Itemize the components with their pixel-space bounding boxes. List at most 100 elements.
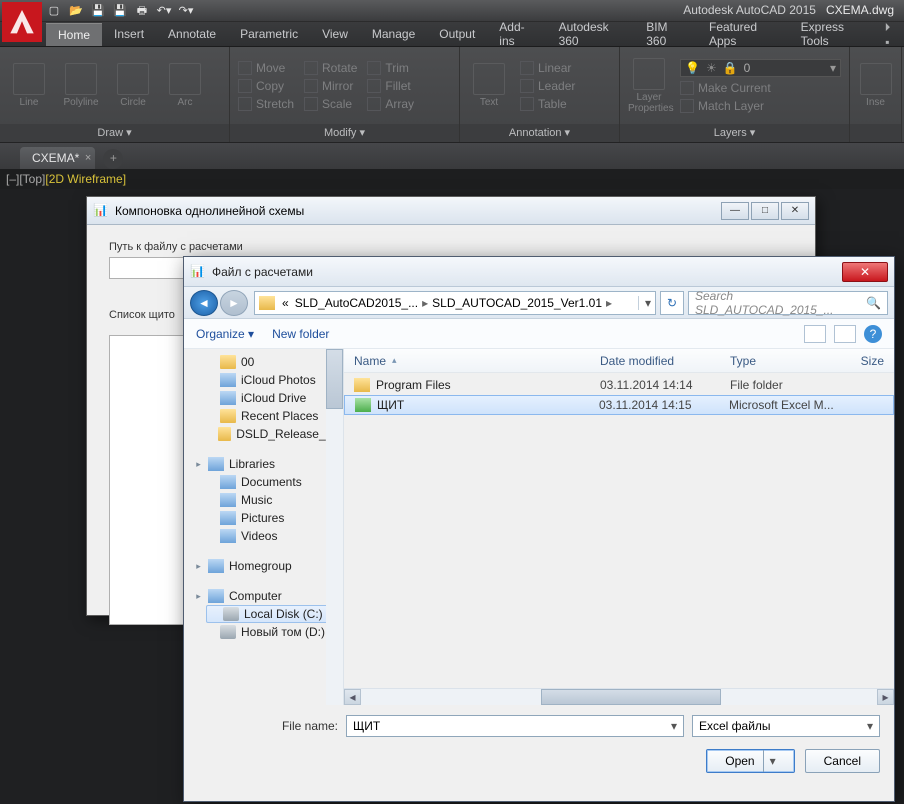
- open-button[interactable]: Open▾: [706, 749, 794, 773]
- filetype-combo[interactable]: Excel файлы ▾: [692, 715, 880, 737]
- open-split-icon[interactable]: ▾: [764, 754, 776, 768]
- ribbon-tab-parametric[interactable]: Parametric: [228, 23, 310, 45]
- tree-node[interactable]: ▸Homegroup: [194, 557, 343, 575]
- back-button[interactable]: ◄: [190, 290, 218, 316]
- tree-node[interactable]: Pictures: [206, 509, 343, 527]
- sun-icon[interactable]: ☀: [706, 61, 717, 75]
- qat-redo-icon[interactable]: ↷▾: [178, 3, 194, 19]
- horizontal-scrollbar[interactable]: ◂ ▸: [344, 688, 894, 705]
- tree-node[interactable]: Local Disk (C:): [206, 605, 343, 623]
- ribbon-tab-view[interactable]: View: [310, 23, 360, 45]
- preview-pane-button[interactable]: [834, 325, 856, 343]
- breadcrumb[interactable]: « SLD_AutoCAD2015_...▸ SLD_AUTOCAD_2015_…: [254, 291, 656, 315]
- file-row[interactable]: Program Files03.11.2014 14:14File folder: [344, 375, 894, 395]
- tree-node[interactable]: Новый том (D:): [206, 623, 343, 641]
- refresh-button[interactable]: ↻: [660, 291, 684, 315]
- panel-modify-title[interactable]: Modify ▾: [230, 124, 459, 142]
- qat-save-icon[interactable]: 💾: [90, 3, 106, 19]
- help-icon[interactable]: 🞂 ▪: [877, 20, 904, 49]
- scrollbar-thumb[interactable]: [541, 689, 721, 705]
- lock-icon[interactable]: 🔒: [723, 61, 738, 75]
- layout-dialog-titlebar[interactable]: 📊 Компоновка однолинейной схемы — □ ✕: [87, 197, 815, 225]
- tool-match-layer[interactable]: Match Layer: [680, 99, 841, 113]
- tool-circle[interactable]: Circle: [112, 63, 154, 108]
- tree-node[interactable]: 00: [206, 353, 343, 371]
- tool-table[interactable]: Table: [520, 97, 575, 111]
- scroll-right-button[interactable]: ▸: [877, 689, 894, 705]
- tree-scrollbar-thumb[interactable]: [326, 349, 343, 409]
- ribbon-tab-manage[interactable]: Manage: [360, 23, 427, 45]
- help-button[interactable]: ?: [864, 325, 882, 343]
- tool-polyline[interactable]: Polyline: [60, 63, 102, 108]
- new-tab-button[interactable]: +: [103, 149, 123, 169]
- file-row[interactable]: ЩИТ03.11.2014 14:15Microsoft Excel M...: [344, 395, 894, 415]
- scroll-left-button[interactable]: ◂: [344, 689, 361, 705]
- viewport-controls[interactable]: [–][Top][2D Wireframe]: [0, 169, 904, 189]
- filename-input[interactable]: ЩИТ ▾: [346, 715, 684, 737]
- panel-layers-title[interactable]: Layers ▾: [620, 124, 849, 142]
- tree-node[interactable]: Recent Places: [206, 407, 343, 425]
- tool-rotate[interactable]: Rotate: [304, 61, 357, 75]
- new-folder-button[interactable]: New folder: [272, 327, 329, 341]
- panel-annotation-title[interactable]: Annotation ▾: [460, 124, 619, 142]
- close-tab-icon[interactable]: ×: [85, 152, 91, 164]
- tool-stretch[interactable]: Stretch: [238, 97, 294, 111]
- file-dialog-titlebar[interactable]: 📊 Файл с расчетами ✕: [184, 257, 894, 287]
- qat-open-icon[interactable]: 📂: [68, 3, 84, 19]
- tool-arc[interactable]: Arc: [164, 63, 206, 108]
- qat-undo-icon[interactable]: ↶▾: [156, 3, 172, 19]
- title-bar: Autodesk AutoCAD 2015 CXEMA.dwg: [683, 3, 894, 17]
- close-button[interactable]: ✕: [842, 262, 888, 282]
- cancel-button[interactable]: Cancel: [805, 749, 880, 773]
- panel-draw-title[interactable]: Draw ▾: [0, 124, 229, 142]
- ribbon-tabs: HomeInsertAnnotateParametricViewManageOu…: [0, 22, 904, 47]
- maximize-button[interactable]: □: [751, 202, 779, 220]
- minimize-button[interactable]: —: [721, 202, 749, 220]
- tree-node[interactable]: Videos: [206, 527, 343, 545]
- tool-copy[interactable]: Copy: [238, 79, 294, 93]
- forward-button[interactable]: ►: [220, 290, 248, 316]
- tool-layer-properties[interactable]: Layer Properties: [628, 58, 670, 114]
- tree-node[interactable]: iCloud Photos: [206, 371, 343, 389]
- tree-node[interactable]: Music: [206, 491, 343, 509]
- sort-indicator-icon: ▴: [392, 355, 397, 366]
- qat-saveas-icon[interactable]: 💾: [112, 3, 128, 19]
- ribbon-tab-output[interactable]: Output: [427, 23, 487, 45]
- tree-node[interactable]: iCloud Drive: [206, 389, 343, 407]
- application-menu-button[interactable]: [2, 2, 42, 42]
- column-headers[interactable]: Name▴ Date modified Type Size: [344, 349, 894, 373]
- tool-move[interactable]: Move: [238, 61, 294, 75]
- tool-leader[interactable]: Leader: [520, 79, 575, 93]
- tool-text[interactable]: Text: [468, 63, 510, 108]
- tree-node[interactable]: ▸Computer: [194, 587, 343, 605]
- tool-line[interactable]: Line: [8, 63, 50, 108]
- close-button[interactable]: ✕: [781, 202, 809, 220]
- doc-tab[interactable]: CXEMA* ×: [20, 147, 95, 169]
- tool-linear[interactable]: Linear: [520, 61, 575, 75]
- lightbulb-icon[interactable]: 💡: [685, 61, 700, 75]
- tree-node[interactable]: ▸Libraries: [194, 455, 343, 473]
- qat-plot-icon[interactable]: 🖶: [134, 3, 150, 19]
- tool-scale[interactable]: Scale: [304, 97, 357, 111]
- organize-button[interactable]: Organize ▾: [196, 327, 254, 341]
- tool-fillet[interactable]: Fillet: [367, 79, 414, 93]
- ribbon-tab-insert[interactable]: Insert: [102, 23, 156, 45]
- tree-node[interactable]: Documents: [206, 473, 343, 491]
- search-input[interactable]: Search SLD_AUTOCAD_2015_... 🔍: [688, 291, 888, 315]
- tool-make-current[interactable]: Make Current: [680, 81, 841, 95]
- tool-array[interactable]: Array: [367, 97, 414, 111]
- filename-dropdown-icon[interactable]: ▾: [671, 719, 677, 733]
- ribbon-tab-annotate[interactable]: Annotate: [156, 23, 228, 45]
- tree-node[interactable]: DSLD_Release_20-: [206, 425, 343, 443]
- panel-insert: Inse: [850, 47, 902, 142]
- view-mode-button[interactable]: [804, 325, 826, 343]
- folder-tree[interactable]: 00iCloud PhotosiCloud DriveRecent Places…: [184, 349, 344, 705]
- tool-insert[interactable]: Inse: [858, 63, 893, 108]
- ribbon-tab-home[interactable]: Home: [46, 23, 102, 46]
- tool-mirror[interactable]: Mirror: [304, 79, 357, 93]
- qat-new-icon[interactable]: ▢: [46, 3, 62, 19]
- breadcrumb-dropdown-icon[interactable]: ▾: [638, 296, 651, 310]
- filetype-dropdown-icon[interactable]: ▾: [867, 719, 873, 733]
- layer-dropdown-icon[interactable]: ▾: [830, 61, 836, 75]
- tool-trim[interactable]: Trim: [367, 61, 414, 75]
